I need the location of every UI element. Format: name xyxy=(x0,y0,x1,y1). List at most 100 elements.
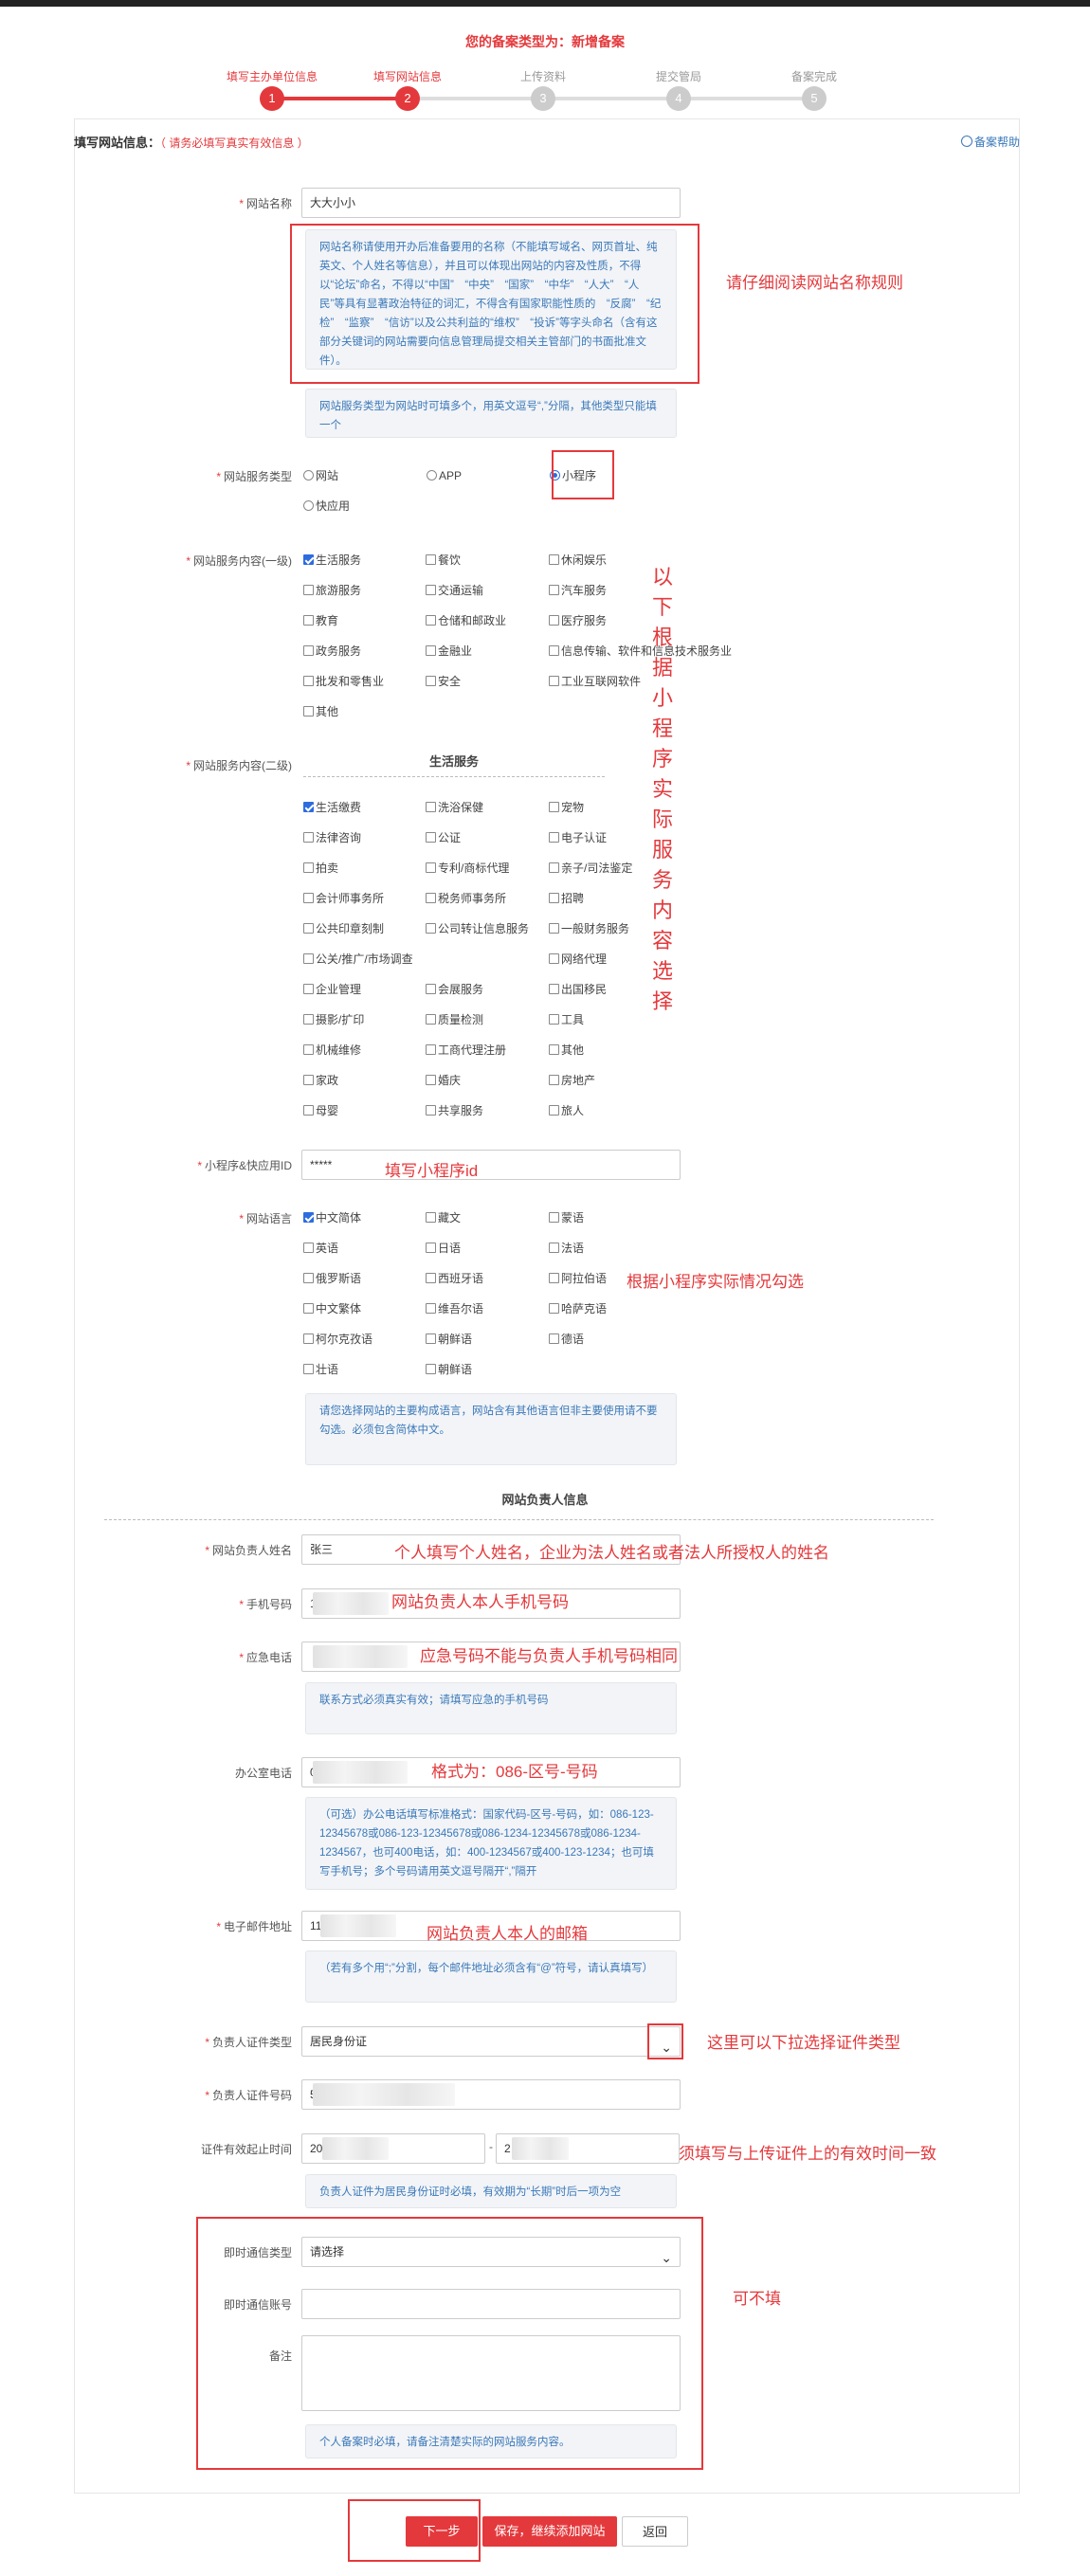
content-l1-option[interactable]: 工业互联网软件 xyxy=(549,674,641,689)
content-l2-option[interactable]: 工具 xyxy=(549,1012,584,1027)
step-2-label: 填写网站信息 xyxy=(372,70,442,83)
checkbox xyxy=(549,676,559,686)
office-phone-note: （可选）办公电话填写标准格式：国家代码-区号-号码，如：086-123-1234… xyxy=(305,1797,677,1890)
content-l1-option[interactable]: 金融业 xyxy=(426,644,472,659)
content-l1-option[interactable]: 休闲娱乐 xyxy=(549,553,607,568)
site-name-annotation: 请仔细阅读网站名称规则 xyxy=(726,274,903,292)
content-l1-option[interactable]: 安全 xyxy=(426,674,461,689)
content-l2-option[interactable]: 专利/商标代理 xyxy=(426,861,509,876)
content-l2-option[interactable]: 摄影/扩印 xyxy=(303,1012,364,1027)
content-l2-option[interactable]: 电子认证 xyxy=(549,830,607,845)
content-l1-option[interactable]: 旅游服务 xyxy=(303,583,361,598)
content-l2-option[interactable]: 网络代理 xyxy=(549,952,607,967)
language-option[interactable]: 蒙语 xyxy=(549,1210,584,1225)
content-l2-option[interactable]: 法律咨询 xyxy=(303,830,361,845)
content-l2-option[interactable]: 房地产 xyxy=(549,1073,595,1088)
content-l1-option[interactable]: 医疗服务 xyxy=(549,613,607,628)
checkbox xyxy=(426,862,436,873)
language-option[interactable]: 哈萨克语 xyxy=(549,1301,607,1316)
content-l1-option[interactable]: 政务服务 xyxy=(303,644,361,659)
language-option[interactable]: 俄罗斯语 xyxy=(303,1271,361,1286)
content-l2-option[interactable]: 工商代理注册 xyxy=(426,1043,506,1058)
help-link[interactable]: 备案帮助 xyxy=(961,134,1020,150)
checkbox xyxy=(549,893,559,903)
content-l2-option[interactable]: 婚庆 xyxy=(426,1073,461,1088)
back-button[interactable]: 返回 xyxy=(622,2516,688,2547)
language-option[interactable]: 德语 xyxy=(549,1332,584,1347)
content-l2-option[interactable]: 母婴 xyxy=(303,1103,338,1118)
email-redaction xyxy=(320,1914,396,1937)
content-l2-option[interactable]: 招聘 xyxy=(549,891,584,906)
content-l1-option[interactable]: 其他 xyxy=(303,704,338,719)
remark-textarea[interactable] xyxy=(301,2335,681,2411)
checkbox xyxy=(549,615,559,626)
save-continue-button[interactable]: 保存，继续添加网站 xyxy=(482,2516,617,2547)
content-l2-option[interactable]: 质量检测 xyxy=(426,1012,483,1027)
checkbox xyxy=(303,953,314,964)
step-4-label: 提交管局 xyxy=(655,70,701,83)
checkbox xyxy=(303,893,314,903)
content-l2-option[interactable]: 拍卖 xyxy=(303,861,338,876)
im-account-input[interactable] xyxy=(301,2289,681,2319)
content-l2-option[interactable]: 一般财务服务 xyxy=(549,921,629,936)
checkbox xyxy=(426,984,436,994)
content-l1-option[interactable]: 信息传输、软件和信息技术服务业 xyxy=(549,644,732,659)
checkbox xyxy=(426,1243,436,1253)
next-step-button[interactable]: 下一步 xyxy=(406,2516,478,2547)
checkbox xyxy=(426,802,436,812)
content-l1-option[interactable]: 仓储和邮政业 xyxy=(426,613,506,628)
language-option[interactable]: 中文简体 xyxy=(303,1210,361,1225)
content-l2-option[interactable]: 公共印章刻制 xyxy=(303,921,384,936)
checkbox xyxy=(549,645,559,656)
language-option[interactable]: 法语 xyxy=(549,1241,584,1256)
content-l2-option[interactable]: 家政 xyxy=(303,1073,338,1088)
site-name-input[interactable]: 大大小小 xyxy=(301,188,681,218)
content-l2-option[interactable]: 机械维修 xyxy=(303,1043,361,1058)
language-option[interactable]: 维吾尔语 xyxy=(426,1301,483,1316)
office-phone-label: 办公室电话 xyxy=(234,1767,292,1780)
content-l2-option[interactable]: 生活缴费 xyxy=(303,800,361,815)
im-type-select[interactable]: 请选择 ⌄ xyxy=(301,2237,681,2267)
cert-type-select[interactable]: 居民身份证 ⌄ xyxy=(301,2026,681,2057)
content-l1-option[interactable]: 汽车服务 xyxy=(549,583,607,598)
content-l2-option[interactable]: 会计师事务所 xyxy=(303,891,384,906)
service-type-website[interactable]: 网站 xyxy=(303,468,338,483)
language-option[interactable]: 中文繁体 xyxy=(303,1301,361,1316)
content-l1-option[interactable]: 餐饮 xyxy=(426,553,461,568)
content-l2-option[interactable]: 其他 xyxy=(549,1043,584,1058)
content-l2-option[interactable]: 出国移民 xyxy=(549,982,607,997)
content-l2-option[interactable]: 亲子/司法鉴定 xyxy=(549,861,632,876)
language-option[interactable]: 藏文 xyxy=(426,1210,461,1225)
service-type-app[interactable]: APP xyxy=(427,468,462,483)
app-id-input[interactable]: ***** xyxy=(301,1150,681,1180)
content-l2-option[interactable]: 宠物 xyxy=(549,800,584,815)
content-l2-option[interactable]: 会展服务 xyxy=(426,982,483,997)
content-l2-option[interactable]: 企业管理 xyxy=(303,982,361,997)
content-l2-option[interactable]: 旅人 xyxy=(549,1103,584,1118)
content-l1-option[interactable]: 教育 xyxy=(303,613,338,628)
language-option[interactable]: 阿拉伯语 xyxy=(549,1271,607,1286)
language-annotation: 根据小程序实际情况勾选 xyxy=(627,1273,804,1291)
language-option[interactable]: 西班牙语 xyxy=(426,1271,483,1286)
language-option[interactable]: 壮语 xyxy=(303,1362,338,1377)
content-l2-option[interactable]: 公证 xyxy=(426,830,461,845)
content-l2-option[interactable]: 公关/推广/市场调查 xyxy=(303,952,413,967)
content-l1-option[interactable]: 生活服务 xyxy=(303,553,361,568)
checkbox xyxy=(549,1243,559,1253)
content-l2-option[interactable]: 共享服务 xyxy=(426,1103,483,1118)
language-option[interactable]: 朝鲜语 xyxy=(426,1362,472,1377)
language-option[interactable]: 柯尔克孜语 xyxy=(303,1332,372,1347)
language-option[interactable]: 朝鲜语 xyxy=(426,1332,472,1347)
content-l1-option[interactable]: 批发和零售业 xyxy=(303,674,384,689)
checkbox xyxy=(303,676,314,686)
checkbox xyxy=(549,832,559,843)
language-option[interactable]: 日语 xyxy=(426,1241,461,1256)
content-l2-option[interactable]: 公司转让信息服务 xyxy=(426,921,529,936)
service-type-quickapp[interactable]: 快应用 xyxy=(303,499,350,514)
checkbox xyxy=(303,554,314,565)
language-option[interactable]: 英语 xyxy=(303,1241,338,1256)
content-l1-option[interactable]: 交通运输 xyxy=(426,583,483,598)
content-l2-option[interactable]: 税务师事务所 xyxy=(426,891,506,906)
remark-note: 个人备案时必填，请备注清楚实际的网站服务内容。 xyxy=(305,2424,677,2458)
content-l2-option[interactable]: 洗浴保健 xyxy=(426,800,483,815)
